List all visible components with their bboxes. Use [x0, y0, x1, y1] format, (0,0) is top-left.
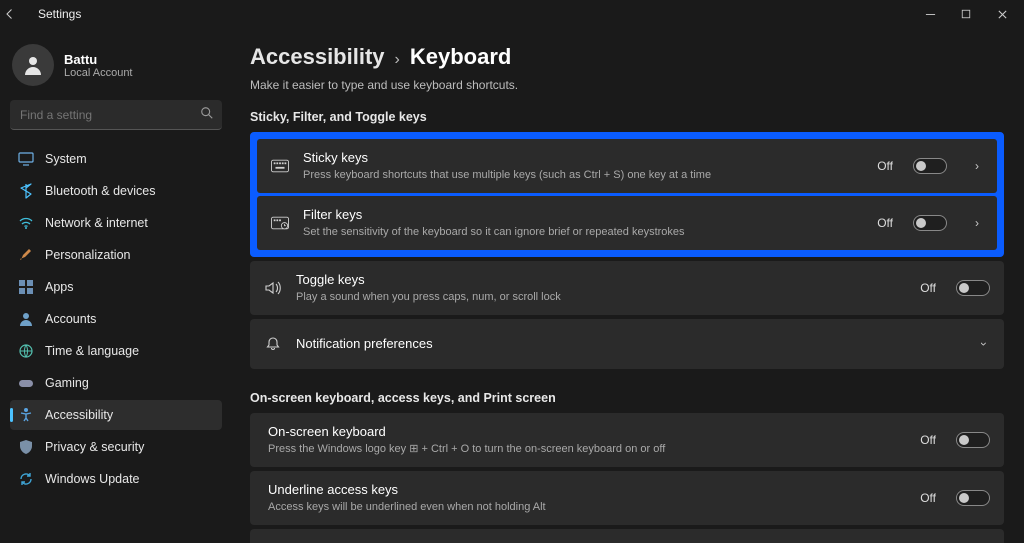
sticky-title: Sticky keys — [303, 150, 863, 166]
onscreen-keyboard-row[interactable]: On-screen keyboard Press the Windows log… — [250, 413, 1004, 467]
nav-apps[interactable]: Apps — [10, 272, 222, 302]
shield-icon — [18, 439, 34, 455]
search-icon — [200, 106, 214, 120]
nav-list: System Bluetooth & devices Network & int… — [10, 144, 222, 494]
nav-network[interactable]: Network & internet — [10, 208, 222, 238]
nav-time[interactable]: Time & language — [10, 336, 222, 366]
breadcrumb-parent[interactable]: Accessibility — [250, 44, 385, 70]
nav-label: Bluetooth & devices — [45, 184, 156, 198]
chevron-right-icon: › — [395, 51, 400, 69]
brush-icon — [18, 247, 34, 263]
keyboard-icon — [271, 159, 289, 173]
page-subtitle: Make it easier to type and use keyboard … — [250, 78, 1004, 92]
nav-label: Time & language — [45, 344, 139, 358]
filter-state: Off — [877, 216, 893, 230]
uak-state: Off — [920, 491, 936, 505]
print-screen-row[interactable]: Use the Print screen button to open scre… — [250, 529, 1004, 543]
sticky-toggle[interactable] — [913, 158, 947, 174]
nav-bluetooth[interactable]: Bluetooth & devices — [10, 176, 222, 206]
underline-access-keys-row[interactable]: Underline access keys Access keys will b… — [250, 471, 1004, 525]
gamepad-icon — [18, 375, 34, 391]
breadcrumb: Accessibility › Keyboard — [250, 44, 1004, 70]
search-input[interactable] — [10, 100, 222, 130]
back-button[interactable] — [4, 8, 32, 20]
toggle-title: Toggle keys — [296, 272, 906, 288]
sidebar: Battu Local Account System Bluetooth & d… — [0, 28, 232, 543]
nav-label: Privacy & security — [45, 440, 144, 454]
nav-label: Apps — [45, 280, 74, 294]
monitor-icon — [18, 151, 34, 167]
nav-privacy[interactable]: Privacy & security — [10, 432, 222, 462]
avatar — [12, 44, 54, 86]
breadcrumb-current: Keyboard — [410, 44, 511, 70]
uak-title: Underline access keys — [268, 482, 906, 498]
titlebar: Settings — [0, 0, 1024, 28]
uak-toggle[interactable] — [956, 490, 990, 506]
osk-toggle[interactable] — [956, 432, 990, 448]
nav-label: Gaming — [45, 376, 89, 390]
profile-block[interactable]: Battu Local Account — [10, 38, 222, 100]
nav-system[interactable]: System — [10, 144, 222, 174]
wifi-icon — [18, 215, 34, 231]
osk-state: Off — [920, 433, 936, 447]
filter-keys-row[interactable]: Filter keys Set the sensitivity of the k… — [257, 196, 997, 250]
chevron-right-icon[interactable]: › — [971, 216, 983, 230]
maximize-button[interactable] — [948, 2, 984, 26]
filter-desc: Set the sensitivity of the keyboard so i… — [303, 225, 863, 239]
user-name: Battu — [64, 52, 133, 67]
toggle-keys-toggle[interactable] — [956, 280, 990, 296]
chevron-down-icon[interactable]: › — [977, 338, 991, 350]
search-box[interactable] — [10, 100, 222, 130]
toggle-keys-row[interactable]: Toggle keys Play a sound when you press … — [250, 261, 1004, 315]
close-button[interactable] — [984, 2, 1020, 26]
nav-update[interactable]: Windows Update — [10, 464, 222, 494]
nav-label: System — [45, 152, 87, 166]
keyboard-clock-icon — [271, 216, 289, 230]
osk-title: On-screen keyboard — [268, 424, 906, 440]
nav-personalization[interactable]: Personalization — [10, 240, 222, 270]
bluetooth-icon — [18, 183, 34, 199]
sticky-keys-row[interactable]: Sticky keys Press keyboard shortcuts tha… — [257, 139, 997, 193]
globe-icon — [18, 343, 34, 359]
update-icon — [18, 471, 34, 487]
toggle-state: Off — [920, 281, 936, 295]
section-heading-2: On-screen keyboard, access keys, and Pri… — [250, 391, 1004, 405]
bell-icon — [264, 336, 282, 352]
minimize-button[interactable] — [912, 2, 948, 26]
nav-label: Personalization — [45, 248, 130, 262]
nav-label: Accounts — [45, 312, 96, 326]
notif-title: Notification preferences — [296, 336, 954, 352]
sticky-state: Off — [877, 159, 893, 173]
nav-label: Accessibility — [45, 408, 113, 422]
user-label: Local Account — [64, 67, 133, 79]
chevron-right-icon[interactable]: › — [971, 159, 983, 173]
nav-label: Network & internet — [45, 216, 148, 230]
filter-title: Filter keys — [303, 207, 863, 223]
toggle-desc: Play a sound when you press caps, num, o… — [296, 290, 906, 304]
nav-label: Windows Update — [45, 472, 140, 486]
sticky-desc: Press keyboard shortcuts that use multip… — [303, 168, 863, 182]
accessibility-icon — [18, 407, 34, 423]
nav-accounts[interactable]: Accounts — [10, 304, 222, 334]
window-title: Settings — [38, 7, 81, 21]
filter-toggle[interactable] — [913, 215, 947, 231]
nav-accessibility[interactable]: Accessibility — [10, 400, 222, 430]
content-area: Accessibility › Keyboard Make it easier … — [232, 28, 1024, 543]
highlighted-group: Sticky keys Press keyboard shortcuts tha… — [250, 132, 1004, 257]
nav-gaming[interactable]: Gaming — [10, 368, 222, 398]
notification-preferences-row[interactable]: Notification preferences › — [250, 319, 1004, 369]
uak-desc: Access keys will be underlined even when… — [268, 500, 906, 514]
apps-icon — [18, 279, 34, 295]
osk-desc: Press the Windows logo key ⊞ + Ctrl + O … — [268, 442, 906, 456]
user-icon — [18, 311, 34, 327]
sound-icon — [264, 281, 282, 295]
section-heading-1: Sticky, Filter, and Toggle keys — [250, 110, 1004, 124]
